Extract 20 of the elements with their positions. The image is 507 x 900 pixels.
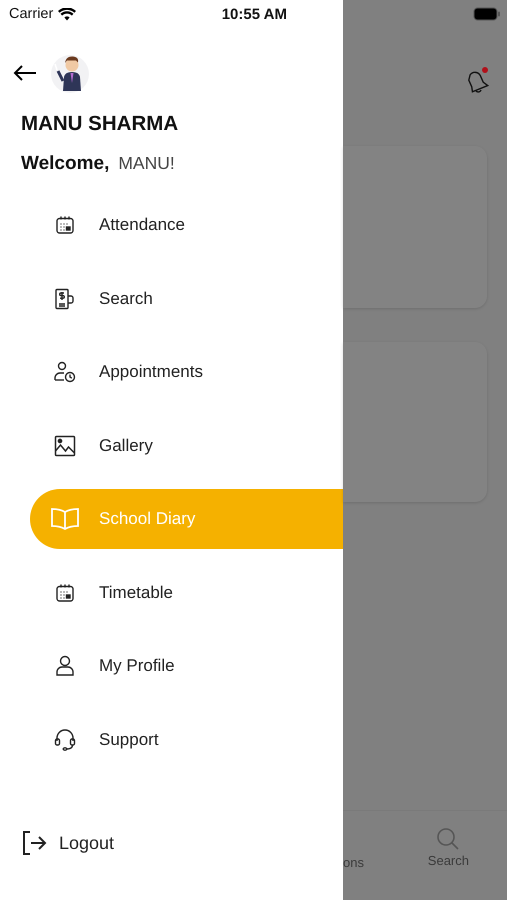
menu-item[interactable]: My Profile — [30, 636, 343, 696]
menu-item[interactable]: Timetable — [30, 562, 343, 622]
wifi-icon — [58, 8, 76, 20]
welcome-label: Welcome, — [21, 153, 110, 175]
carrier-label: Carrier — [9, 6, 54, 22]
search-icon — [436, 827, 460, 851]
status-time: 10:55 AM — [222, 6, 287, 22]
user-first-name: MANU! — [118, 153, 175, 174]
menu-item[interactable]: Gallery — [30, 416, 343, 476]
back-arrow-icon[interactable] — [13, 65, 37, 81]
menu-item[interactable]: Support — [30, 710, 343, 770]
logout-button[interactable]: Logout — [21, 830, 114, 856]
logout-icon — [21, 830, 47, 856]
avatar — [51, 53, 89, 93]
menu-item[interactable]: Attendance — [30, 195, 343, 255]
user-name: MANU SHARMA — [21, 112, 180, 136]
menu-item[interactable]: Appointments — [30, 342, 343, 402]
open-book-icon — [50, 507, 80, 531]
battery-icon — [473, 7, 501, 21]
menu-item[interactable]: Search — [30, 268, 343, 328]
